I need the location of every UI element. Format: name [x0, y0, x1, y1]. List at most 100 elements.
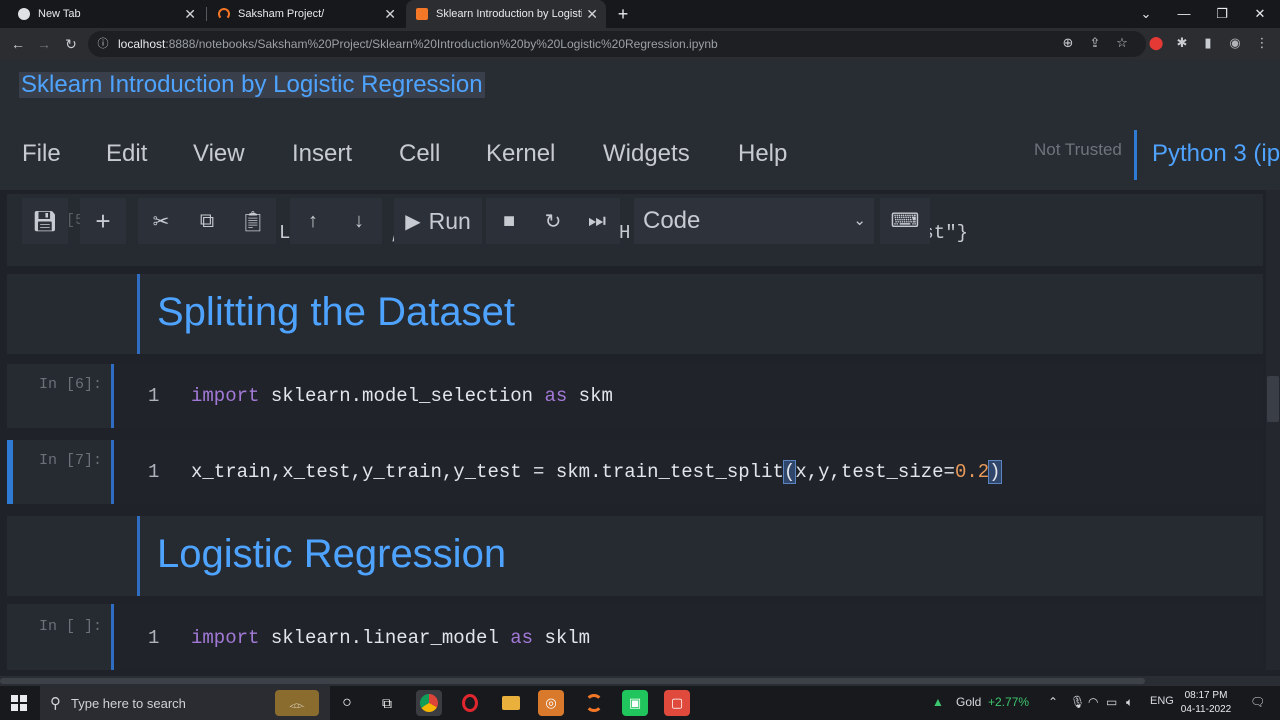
- cell-input-bar: [137, 274, 140, 354]
- code-cell-8[interactable]: In [ ]: 1 import sklearn.linear_model as…: [7, 604, 1263, 670]
- fast-forward-icon[interactable]: ⏭︎: [574, 198, 620, 244]
- obs-icon[interactable]: ◎: [538, 690, 564, 716]
- tab-sklearn-notebook[interactable]: Sklearn Introduction by Logistic R ✕: [406, 0, 606, 28]
- app-icon[interactable]: ▢: [664, 690, 690, 716]
- close-icon[interactable]: ✕: [384, 6, 396, 23]
- cell-type-select[interactable]: Code ⌄: [634, 198, 874, 244]
- jupyter-icon[interactable]: [581, 690, 607, 716]
- vertical-scrollbar[interactable]: [1266, 190, 1280, 670]
- wifi-icon[interactable]: ◠: [1088, 695, 1098, 709]
- minimize-icon[interactable]: —: [1174, 4, 1194, 24]
- vertical-scrollbar-thumb[interactable]: [1267, 376, 1279, 422]
- cell-input[interactable]: 1 import sklearn.linear_model as sklm: [114, 604, 1263, 670]
- close-icon[interactable]: ✕: [586, 6, 598, 23]
- jupyter-icon: [218, 8, 230, 20]
- keyword-as: as: [510, 627, 534, 649]
- horizontal-scrollbar-thumb[interactable]: [0, 678, 1145, 684]
- task-view-icon[interactable]: ⧉: [374, 690, 400, 716]
- new-tab-button[interactable]: +: [612, 3, 634, 25]
- cell-input-bar: [137, 516, 140, 596]
- copy-icon[interactable]: ⧉: [184, 198, 230, 244]
- menu-icon[interactable]: ⋮: [1252, 33, 1272, 53]
- language-indicator[interactable]: ENG: [1150, 695, 1174, 707]
- chrome-icon[interactable]: [416, 690, 442, 716]
- menu-insert[interactable]: Insert: [292, 140, 352, 168]
- cut-icon[interactable]: ✂: [138, 198, 184, 244]
- matching-bracket-close: ): [988, 460, 1002, 484]
- notebook-title[interactable]: Sklearn Introduction by Logistic Regress…: [19, 72, 485, 98]
- cell-input[interactable]: 1 import sklearn.model_selection as skm: [114, 364, 1263, 428]
- menu-view[interactable]: View: [193, 140, 245, 168]
- add-cell-icon[interactable]: +: [80, 198, 126, 244]
- star-icon[interactable]: ☆: [1112, 33, 1132, 53]
- cell-prompt: In [7]:: [39, 452, 103, 469]
- window-close-icon[interactable]: ✕: [1250, 4, 1270, 24]
- zoom-icon[interactable]: ⊕: [1058, 33, 1078, 53]
- pycharm-edu-icon[interactable]: ▣: [622, 690, 648, 716]
- notebook-icon: [416, 8, 428, 20]
- heading-logistic-regression: Logistic Regression: [157, 532, 507, 576]
- menu-help[interactable]: Help: [738, 140, 787, 168]
- tray-chevron-icon[interactable]: ⌃: [1048, 695, 1058, 709]
- opera-icon[interactable]: [457, 690, 483, 716]
- code-cell-6[interactable]: In [6]: 1 import sklearn.model_selection…: [7, 364, 1263, 428]
- restart-icon[interactable]: ↻: [530, 198, 576, 244]
- run-button[interactable]: ▶ Run: [394, 198, 482, 244]
- microphone-icon[interactable]: 🎙︎: [1070, 695, 1085, 709]
- notification-icon[interactable]: 🗨︎: [1250, 695, 1265, 709]
- back-icon[interactable]: ←: [8, 34, 28, 54]
- menu-kernel[interactable]: Kernel: [486, 140, 555, 168]
- search-placeholder: Type here to search: [71, 695, 186, 711]
- keyboard-icon[interactable]: ⌨: [880, 198, 930, 244]
- url-host: localhost: [118, 37, 166, 51]
- module-name: sklearn.model_selection: [259, 385, 545, 407]
- extension-icon[interactable]: ⬤: [1146, 33, 1166, 53]
- file-explorer-icon[interactable]: [498, 690, 524, 716]
- code-line: import sklearn.model_selection as skm: [191, 385, 613, 407]
- maximize-icon[interactable]: ❐: [1212, 4, 1232, 24]
- line-number: 1: [148, 627, 160, 649]
- info-icon[interactable]: ⓘ: [96, 37, 110, 51]
- kernel-name[interactable]: Python 3 (ip: [1152, 140, 1280, 168]
- tab-label: Sklearn Introduction by Logistic R: [436, 8, 582, 20]
- menu-cell[interactable]: Cell: [399, 140, 440, 168]
- taskbar-clock[interactable]: 08:17 PM 04-11-2022: [1176, 689, 1236, 717]
- matching-bracket-open: (: [782, 460, 797, 484]
- reload-icon[interactable]: ↻: [61, 34, 81, 54]
- markdown-cell-splitting[interactable]: Splitting the Dataset: [7, 274, 1263, 354]
- forward-icon[interactable]: →: [34, 34, 54, 54]
- sidebar-icon[interactable]: ▮: [1198, 33, 1218, 53]
- tab-new-tab[interactable]: New Tab ✕: [8, 0, 204, 28]
- cell-input[interactable]: 1 x_train,x_test,y_train,y_test = skm.tr…: [114, 440, 1263, 504]
- share-icon[interactable]: ⇪: [1085, 33, 1105, 53]
- menu-file[interactable]: File: [22, 140, 61, 168]
- paste-icon[interactable]: 📋︎: [230, 198, 276, 244]
- menu-widgets[interactable]: Widgets: [603, 140, 690, 168]
- stop-icon[interactable]: ■: [486, 198, 532, 244]
- stock-name[interactable]: Gold: [956, 695, 981, 709]
- trust-status[interactable]: Not Trusted: [1034, 140, 1122, 160]
- code-cell-7[interactable]: In [7]: 1 x_train,x_test,y_train,y_test …: [7, 440, 1263, 504]
- horizontal-scrollbar[interactable]: [0, 676, 1280, 686]
- keyword-import: import: [191, 385, 260, 407]
- tab-label: Saksham Project/: [238, 8, 325, 20]
- cortana-icon[interactable]: ○: [334, 690, 360, 716]
- windows-start-icon[interactable]: [11, 695, 27, 711]
- run-label: Run: [428, 207, 471, 234]
- profile-icon[interactable]: ◉: [1225, 33, 1245, 53]
- chrome-icon: [18, 8, 30, 20]
- search-highlight-icon[interactable]: 𓁹: [275, 690, 319, 716]
- markdown-cell-logistic[interactable]: Logistic Regression: [7, 516, 1263, 596]
- address-bar[interactable]: ⓘ localhost:8888/notebooks/Saksham%20Pro…: [88, 31, 1146, 57]
- tab-search-icon[interactable]: ⌄: [1136, 4, 1156, 24]
- battery-icon[interactable]: ▭: [1106, 695, 1117, 709]
- save-icon[interactable]: 💾︎: [22, 198, 68, 244]
- move-down-icon[interactable]: ↓: [336, 198, 382, 244]
- line-number: 1: [148, 461, 160, 483]
- tab-saksham-project[interactable]: Saksham Project/ ✕: [208, 0, 404, 28]
- volume-icon[interactable]: 🔈︎: [1126, 695, 1133, 710]
- close-icon[interactable]: ✕: [184, 6, 196, 23]
- puzzle-icon[interactable]: ✱: [1172, 33, 1192, 53]
- menu-edit[interactable]: Edit: [106, 140, 147, 168]
- move-up-icon[interactable]: ↑: [290, 198, 336, 244]
